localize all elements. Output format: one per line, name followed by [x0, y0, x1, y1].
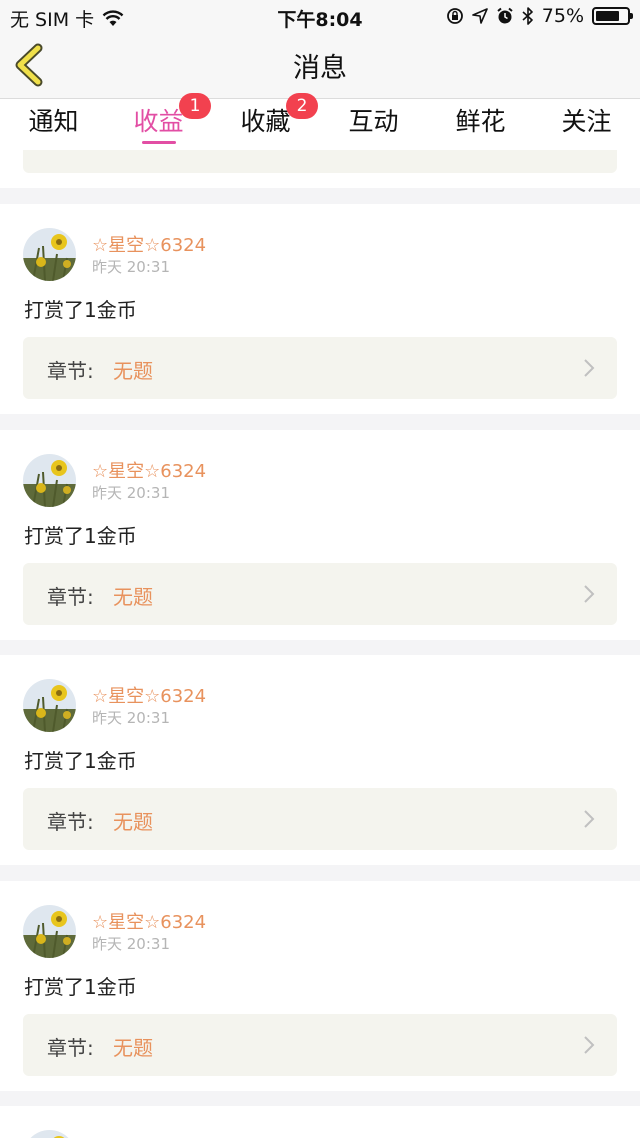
tab-label: 互动 [348, 107, 399, 136]
avatar-image [23, 905, 76, 958]
message-text: 打赏了1金币 [24, 749, 137, 773]
tab-label: 收藏 [240, 107, 291, 136]
battery-icon [592, 7, 633, 25]
avatar[interactable] [23, 1130, 76, 1138]
avatar-image [23, 1130, 76, 1138]
active-tab-indicator [141, 141, 176, 144]
page-title: 消息 [293, 53, 347, 84]
chevron-right-icon [584, 359, 595, 377]
avatar[interactable] [23, 679, 76, 732]
tab-interactions[interactable]: 互动 [320, 99, 427, 151]
chapter-link[interactable]: 章节: 无题 [23, 337, 617, 399]
chapter-link[interactable]: 章节: 无题 [23, 1014, 617, 1076]
status-left: 无 SIM 卡 [10, 5, 124, 32]
chevron-right-icon [584, 810, 595, 828]
list-item[interactable]: ☆星空☆6324 昨天 20:31 打赏了1金币 章节: 无题 [0, 655, 640, 865]
tab-earnings[interactable]: 收益 1 [105, 93, 212, 151]
tab-favorites[interactable]: 收藏 2 [212, 93, 319, 151]
list-item[interactable]: ☆星空☆6324 昨天 20:31 打赏了1金币 章节: 无题 [0, 204, 640, 414]
chapter-title: 无题 [113, 1036, 153, 1060]
list-item[interactable]: ☆星空☆6324 昨天 20:31 打赏了1金币 章节: 无题 [0, 430, 640, 640]
tab-following[interactable]: 关注 [533, 99, 640, 151]
username[interactable]: ☆星空☆6324 [92, 457, 206, 483]
list-item[interactable]: ☆星空☆6324 昨天 20:31 打赏了1金币 章节: 无题 [0, 881, 640, 1091]
chapter-link[interactable]: 章节: 无题 [23, 788, 617, 850]
tab-flowers[interactable]: 鲜花 [427, 99, 534, 151]
message-text: 打赏了1金币 [24, 975, 137, 999]
message-text: 打赏了1金币 [24, 298, 137, 322]
list-item-partial [0, 150, 640, 188]
chapter-label: 章节: [47, 1036, 94, 1060]
timestamp: 昨天 20:31 [92, 484, 170, 502]
battery-percent: 75% [541, 5, 584, 27]
nav-bar: 消息 [0, 32, 640, 98]
chapter-label: 章节: [47, 585, 94, 609]
list-item-partial[interactable] [0, 1106, 640, 1138]
avatar[interactable] [23, 905, 76, 958]
tab-label: 通知 [28, 107, 79, 136]
username[interactable]: ☆星空☆6324 [92, 908, 206, 934]
username[interactable]: ☆星空☆6324 [92, 231, 206, 257]
tab-bar: 通知 收益 1 收藏 2 互动 鲜花 关注 [0, 93, 640, 151]
back-button[interactable] [10, 42, 50, 88]
chapter-box-partial[interactable] [23, 150, 617, 173]
location-arrow-icon [471, 8, 488, 24]
wifi-icon [102, 10, 124, 27]
message-text: 打赏了1金币 [24, 524, 137, 548]
chevron-right-icon [584, 585, 595, 603]
message-list[interactable]: ☆星空☆6324 昨天 20:31 打赏了1金币 章节: 无题 ☆星空☆6324… [0, 150, 640, 1138]
tab-badge: 2 [286, 93, 318, 119]
chapter-title: 无题 [113, 810, 153, 834]
bluetooth-icon [522, 7, 534, 25]
tab-notifications[interactable]: 通知 [0, 99, 107, 151]
timestamp: 昨天 20:31 [92, 258, 170, 276]
tab-label: 关注 [561, 107, 612, 136]
tab-label: 收益 [133, 107, 184, 136]
alarm-icon [496, 7, 514, 25]
timestamp: 昨天 20:31 [92, 935, 170, 953]
avatar-image [23, 679, 76, 732]
avatar[interactable] [23, 454, 76, 507]
status-right: 75% [446, 5, 633, 27]
chevron-right-icon [584, 1036, 595, 1054]
chapter-title: 无题 [113, 585, 153, 609]
messages-screen: 无 SIM 卡 下午8:04 75% 消息 通知 收益 1 收藏 2 互动 鲜花… [0, 0, 640, 1138]
carrier-label: 无 SIM 卡 [10, 9, 95, 31]
chapter-label: 章节: [47, 810, 94, 834]
chevron-left-icon [15, 43, 43, 87]
tab-badge: 1 [179, 93, 211, 119]
timestamp: 昨天 20:31 [92, 709, 170, 727]
orientation-lock-icon [446, 7, 464, 25]
avatar-image [23, 454, 76, 507]
status-bar: 无 SIM 卡 下午8:04 75% [0, 0, 640, 32]
chapter-link[interactable]: 章节: 无题 [23, 563, 617, 625]
username[interactable]: ☆星空☆6324 [92, 682, 206, 708]
chapter-label: 章节: [47, 359, 94, 383]
chapter-title: 无题 [113, 359, 153, 383]
tab-label: 鲜花 [455, 107, 506, 136]
battery-fill [596, 11, 619, 21]
avatar[interactable] [23, 228, 76, 281]
avatar-image [23, 228, 76, 281]
